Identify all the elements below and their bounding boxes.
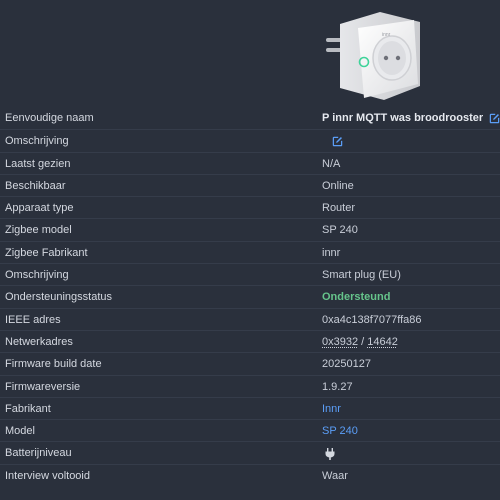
edit-icon[interactable] [489, 113, 500, 124]
row-description: Omschrijving Smart plug (EU) [0, 263, 500, 285]
row-label: Laatst gezien [5, 157, 71, 170]
interview-value: Waar [322, 469, 348, 482]
row-label: Zigbee model [5, 224, 72, 237]
row-last-seen: Laatst gezien N/A [0, 151, 500, 174]
row-label: Apparaat type [5, 202, 74, 215]
row-label: Batterijniveau [5, 447, 72, 460]
row-zigbee-model: Zigbee model SP 240 [0, 218, 500, 240]
device-info-table: Eenvoudige naam P innr MQTT was broodroo… [0, 107, 500, 486]
friendly-name-value: P innr MQTT was broodrooster [322, 107, 500, 129]
row-battery: Batterijniveau [0, 441, 500, 463]
row-label: Zigbee Fabrikant [5, 246, 88, 259]
row-label: Fabrikant [5, 402, 51, 415]
battery-value [322, 442, 335, 464]
firmware-build-date-value: 20250127 [322, 358, 371, 371]
network-address-dec[interactable]: 14642 [367, 336, 398, 348]
row-label: Netwerkadres [5, 335, 73, 348]
row-device-type: Apparaat type Router [0, 196, 500, 218]
friendly-name-text: P innr MQTT was broodrooster [322, 112, 484, 124]
ieee-address-value: 0xa4c138f7077ffa86 [322, 313, 422, 326]
row-firmware-version: Firmwareversie 1.9.27 [0, 374, 500, 397]
row-friendly-name: Eenvoudige naam P innr MQTT was broodroo… [0, 107, 500, 129]
description-value: Smart plug (EU) [322, 269, 401, 282]
row-model: Model SP 240 [0, 419, 500, 441]
row-manufacturer: Fabrikant Innr [0, 396, 500, 420]
zigbee-manufacturer-value: innr [322, 246, 341, 259]
last-seen-value: N/A [322, 157, 341, 170]
description-edit-value [326, 130, 343, 152]
row-network-address: Netwerkadres 0x3932 / 14642 [0, 329, 500, 353]
power-plug-icon [325, 447, 335, 460]
row-label: Firmwareversie [5, 380, 81, 393]
row-label: Interview voltooid [5, 469, 90, 482]
manufacturer-link[interactable]: Innr [322, 398, 341, 420]
row-support-status: Ondersteuningsstatus Ondersteund [0, 285, 500, 307]
brand-logo: innr [382, 32, 391, 38]
network-address-value: 0x3932 / 14642 [322, 331, 398, 353]
support-status-link[interactable]: Ondersteund [322, 286, 390, 308]
row-label: Firmware build date [5, 358, 102, 371]
availability-value: Online [322, 179, 354, 192]
row-availability: Beschikbaar Online [0, 173, 500, 196]
network-address-hex[interactable]: 0x3932 [322, 336, 358, 348]
network-address-separator: / [358, 335, 368, 348]
device-type-value: Router [322, 202, 356, 215]
row-ieee-address: IEEE adres 0xa4c138f7077ffa86 [0, 307, 500, 330]
row-label: Model [5, 425, 35, 438]
edit-icon[interactable] [332, 136, 343, 147]
firmware-version-value: 1.9.27 [322, 380, 353, 393]
row-label: Eenvoudige naam [5, 112, 94, 124]
row-label: Omschrijving [5, 135, 69, 148]
smart-plug-image: innr [326, 12, 420, 100]
row-interview: Interview voltooid Waar [0, 463, 500, 486]
model-link[interactable]: SP 240 [322, 420, 358, 442]
row-label: Omschrijving [5, 269, 69, 282]
row-label: Beschikbaar [5, 179, 66, 192]
row-zigbee-manufacturer: Zigbee Fabrikant innr [0, 240, 500, 263]
zigbee-model-value: SP 240 [322, 224, 358, 237]
row-description-edit: Omschrijving [0, 129, 500, 151]
row-label: IEEE adres [5, 313, 61, 326]
row-firmware-build-date: Firmware build date 20250127 [0, 352, 500, 374]
row-label: Ondersteuningsstatus [5, 291, 113, 304]
